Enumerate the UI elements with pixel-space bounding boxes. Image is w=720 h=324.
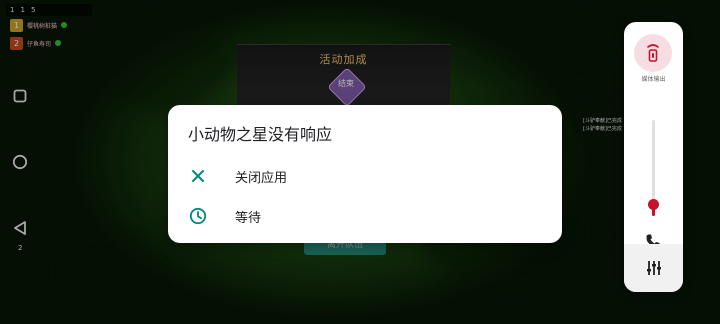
volume-slider-thumb[interactable] xyxy=(648,199,659,210)
sound-settings-button[interactable] xyxy=(624,244,683,292)
close-icon xyxy=(188,166,208,186)
clock-icon xyxy=(188,206,208,226)
volume-panel: 媒体输出 xyxy=(624,22,683,292)
wait-option[interactable]: 等待 xyxy=(168,196,562,236)
dialog-title: 小动物之星没有响应 xyxy=(188,125,333,144)
speaker-output-icon xyxy=(647,44,659,62)
media-output-label: 媒体输出 xyxy=(641,76,666,83)
close-app-label: 关闭应用 xyxy=(235,170,288,186)
app-not-responding-dialog: 小动物之星没有响应 关闭应用 等待 xyxy=(168,105,562,243)
equalizer-icon xyxy=(646,261,661,275)
media-output-button[interactable] xyxy=(634,34,672,72)
close-app-option[interactable]: 关闭应用 xyxy=(168,156,562,196)
wait-label: 等待 xyxy=(235,210,262,226)
